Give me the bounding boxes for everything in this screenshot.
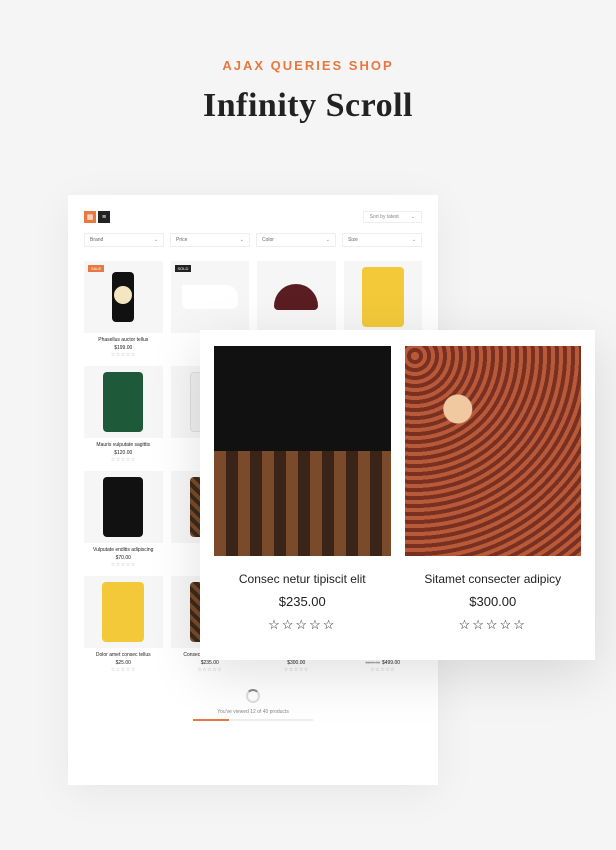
featured-thumb xyxy=(214,346,391,556)
product-price: $70.00 xyxy=(84,555,163,561)
promo-title: Infinity Scroll xyxy=(0,87,616,125)
progress-bar xyxy=(193,719,313,721)
product-thumb xyxy=(344,261,423,333)
product-name: Dolor amet consec tellus xyxy=(84,652,163,658)
featured-price: $235.00 xyxy=(214,594,391,609)
product-name: Mauris vulputate sagittis xyxy=(84,442,163,448)
product-thumb xyxy=(84,471,163,543)
chevron-down-icon: ⌄ xyxy=(411,214,415,220)
product-rating: ☆☆☆☆☆ xyxy=(344,667,423,673)
chevron-down-icon: ⌄ xyxy=(412,237,416,243)
view-toggle-group: ▦ ≡ xyxy=(84,211,110,223)
product-price: $25.00 xyxy=(84,660,163,666)
chevron-down-icon: ⌄ xyxy=(240,237,244,243)
product-badge: SALE xyxy=(88,265,104,272)
filter-row: Brand ⌄ Price ⌄ Color ⌄ Size ⌄ xyxy=(84,233,422,247)
filter-label: Price xyxy=(176,237,187,243)
sort-bar: Sort by latest ⌄ xyxy=(363,211,422,223)
filter-label: Brand xyxy=(90,237,103,243)
panel-topbar: ▦ ≡ Sort by latest ⌄ xyxy=(84,211,422,223)
product-thumb xyxy=(84,366,163,438)
product-rating: ☆☆☆☆☆ xyxy=(171,667,250,673)
product-card[interactable]: Dolor amet consec tellus $25.00☆☆☆☆☆ xyxy=(84,576,163,673)
loader: You've viewed 12 of 40 products xyxy=(84,689,422,721)
filter-brand[interactable]: Brand ⌄ xyxy=(84,233,164,247)
product-card[interactable]: Mauris vulputate sagittis $120.00☆☆☆☆☆ xyxy=(84,366,163,463)
featured-card[interactable]: Consec netur tipiscit elit $235.00 ☆☆☆☆☆ xyxy=(214,346,391,644)
product-thumb xyxy=(257,261,336,333)
spinner-icon xyxy=(246,689,260,703)
loader-text: You've viewed 12 of 40 products xyxy=(84,709,422,715)
chevron-down-icon: ⌄ xyxy=(326,237,330,243)
featured-rating: ☆☆☆☆☆ xyxy=(214,617,391,633)
product-name: Vulputate enditis adipiscing xyxy=(84,547,163,553)
product-price: $300.00 xyxy=(257,660,336,666)
featured-card[interactable]: Sitamet consecter adipicy $300.00 ☆☆☆☆☆ xyxy=(405,346,582,644)
grid-view-button[interactable]: ▦ xyxy=(84,211,96,223)
sort-dropdown[interactable]: Sort by latest ⌄ xyxy=(363,211,422,223)
sort-dropdown-label: Sort by latest xyxy=(370,214,399,220)
product-rating: ☆☆☆☆☆ xyxy=(84,562,163,568)
filter-label: Size xyxy=(348,237,358,243)
product-badge: SOLD xyxy=(175,265,192,272)
product-rating: ☆☆☆☆☆ xyxy=(84,352,163,358)
promo-subtitle: AJAX QUERIES SHOP xyxy=(0,58,616,73)
product-rating: ☆☆☆☆☆ xyxy=(84,667,163,673)
product-thumb: SOLD xyxy=(171,261,250,333)
featured-rating: ☆☆☆☆☆ xyxy=(405,617,582,633)
product-rating: ☆☆☆☆☆ xyxy=(257,667,336,673)
product-price: $235.00 xyxy=(171,660,250,666)
featured-thumb xyxy=(405,346,582,556)
filter-size[interactable]: Size ⌄ xyxy=(342,233,422,247)
product-card[interactable]: Vulputate enditis adipiscing $70.00☆☆☆☆☆ xyxy=(84,471,163,568)
list-view-button[interactable]: ≡ xyxy=(98,211,110,223)
chevron-down-icon: ⌄ xyxy=(154,237,158,243)
filter-color[interactable]: Color ⌄ xyxy=(256,233,336,247)
product-name: Phasellus auctor tellus xyxy=(84,337,163,343)
product-card[interactable]: SALE Phasellus auctor tellus $199.00☆☆☆☆☆ xyxy=(84,261,163,358)
featured-name: Consec netur tipiscit elit xyxy=(214,572,391,586)
product-price: $199.00 xyxy=(84,345,163,351)
promo-header: AJAX QUERIES SHOP Infinity Scroll xyxy=(0,0,616,125)
filter-price[interactable]: Price ⌄ xyxy=(170,233,250,247)
product-price: $699.00$499.00 xyxy=(344,660,423,666)
featured-overlay: Consec netur tipiscit elit $235.00 ☆☆☆☆☆… xyxy=(200,330,595,660)
featured-name: Sitamet consecter adipicy xyxy=(405,572,582,586)
product-thumb: SALE xyxy=(84,261,163,333)
product-rating: ☆☆☆☆☆ xyxy=(84,457,163,463)
product-price: $120.00 xyxy=(84,450,163,456)
filter-label: Color xyxy=(262,237,274,243)
featured-price: $300.00 xyxy=(405,594,582,609)
product-thumb xyxy=(84,576,163,648)
